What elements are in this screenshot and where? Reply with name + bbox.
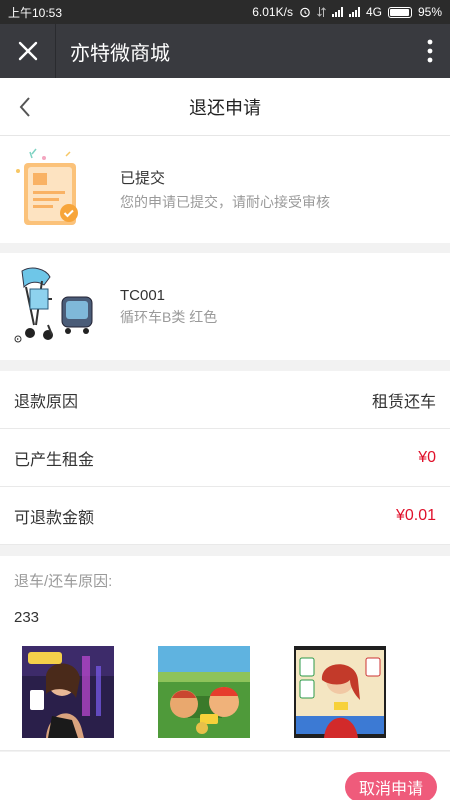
reason-photos [22,646,386,738]
network-speed: 6.01K/s [252,5,293,19]
battery-percent: 95% [417,5,442,19]
photo-thumbnail-image [158,646,250,738]
reason-photo[interactable] [158,646,250,738]
photo-thumbnail-image [294,646,386,738]
cell-signal-icon [348,7,360,17]
application-status: 已提交 您的申请已提交，请耐心接受审核 [0,136,450,243]
detail-value: ¥0.01 [395,506,436,524]
reason-photo[interactable] [22,646,114,738]
product-code: TC001 [120,286,166,304]
detail-row-rent-incurred: 已产生租金 ¥0 [0,429,450,487]
data-arrows-icon [317,7,326,17]
more-menu-button[interactable] [410,24,450,78]
detail-value: 租赁还车 [371,393,436,411]
title-bar: 亦特微商城 [0,24,450,78]
network-type: 4G [365,5,382,19]
close-button[interactable] [0,24,56,78]
detail-label: 退款原因 [14,393,79,411]
wifi-signal-icon [331,7,343,17]
status-illustration [0,136,120,243]
alarm-icon [300,7,310,18]
photo-thumbnail-image [22,646,114,738]
product-info: TC001 循环车B类 红色 [120,287,217,327]
more-vertical-icon [427,39,433,63]
battery-icon [387,6,412,18]
battery-fill [389,8,409,16]
return-reason-section: 退车/还车原因: 233 [0,556,450,751]
status-bar: 上午10:53 6.01K/s 4G 95% [0,0,450,24]
back-button[interactable] [10,92,40,122]
stroller-image [14,267,93,343]
status-title: 已提交 [120,170,166,187]
reason-photo[interactable] [294,646,386,738]
detail-label: 已产生租金 [14,451,95,469]
reason-content: 233 [14,609,40,626]
product-description: 循环车B类 红色 [120,308,218,325]
product-item[interactable]: TC001 循环车B类 红色 [0,253,450,360]
status-subtitle: 您的申请已提交，请耐心接受审核 [120,194,330,210]
close-icon [18,41,37,61]
detail-row-refund-reason: 退款原因 租赁还车 [0,371,450,429]
document-check-icon [16,148,78,225]
refund-details: 退款原因 租赁还车 已产生租金 ¥0 可退款金额 ¥0.01 [0,371,450,545]
status-indicators: 6.01K/s 4G 95% [252,5,442,19]
status-time: 上午10:53 [8,5,63,20]
detail-value: ¥0 [418,448,436,466]
chevron-left-icon [19,97,30,117]
detail-label: 可退款金额 [14,509,95,527]
page-header: 退还申请 [0,78,450,136]
status-text: 已提交 您的申请已提交，请耐心接受审核 [120,167,330,212]
page-title: 退还申请 [189,97,261,118]
detail-row-refundable-amount: 可退款金额 ¥0.01 [0,487,450,545]
cancel-application-button[interactable]: 取消申请 [345,772,437,800]
footer-bar: 取消申请 [0,752,450,800]
app-title: 亦特微商城 [70,42,170,65]
product-image [0,253,120,360]
reason-label: 退车/还车原因: [14,573,113,590]
